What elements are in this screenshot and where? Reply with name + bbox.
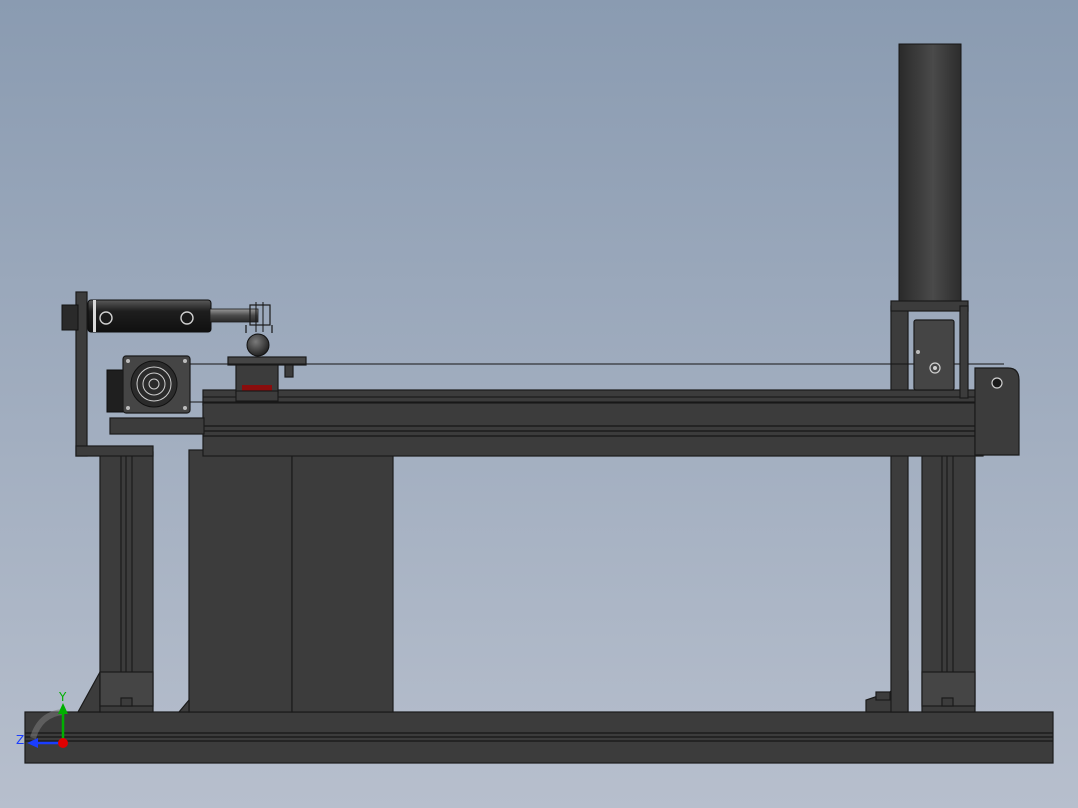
x-axis-origin-dot [58, 738, 68, 748]
cad-viewport[interactable]: Y Z [0, 0, 1078, 808]
y-axis-label: Y [58, 690, 67, 704]
cad-assembly-view: Y Z [0, 0, 1078, 808]
right-pulley-block [974, 367, 1020, 456]
center-cabinet [177, 449, 394, 713]
vertical-tower-column [898, 43, 962, 303]
base-rail [24, 711, 1054, 764]
z-axis-label: Z [16, 733, 24, 747]
